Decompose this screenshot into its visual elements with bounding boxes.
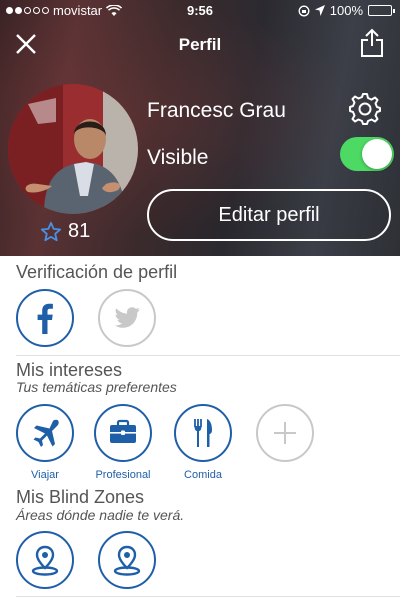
- plus-icon: [274, 422, 296, 444]
- briefcase-icon: [110, 419, 136, 443]
- interest-label: Comida: [184, 469, 222, 481]
- profile-header: movistar 9:56 100% Perfil 81 Francesc Gr…: [0, 0, 400, 256]
- rating: 81: [40, 220, 90, 243]
- gear-icon[interactable]: [348, 92, 382, 126]
- interest-label: Profesional: [95, 469, 151, 481]
- map-pin-icon: [113, 545, 141, 576]
- interest-travel-button[interactable]: [16, 404, 74, 462]
- share-icon[interactable]: [360, 28, 384, 58]
- profile-name: Francesc Grau: [147, 99, 286, 122]
- interests-subtitle: Tus temáticas preferentes: [16, 379, 177, 395]
- interests-title: Mis intereses: [16, 360, 123, 380]
- blind-zones-title: Mis Blind Zones: [16, 487, 145, 507]
- twitter-icon: [114, 307, 140, 328]
- battery-percent: 100%: [329, 3, 363, 18]
- status-bar: movistar 9:56 100%: [0, 0, 400, 22]
- battery-icon: [368, 5, 395, 16]
- blind-zones-subtitle: Áreas dónde nadie te verá.: [16, 507, 185, 523]
- add-interest-button[interactable]: [256, 404, 314, 462]
- twitter-verify-button[interactable]: [98, 289, 156, 347]
- verification-title: Verificación de perfil: [16, 262, 178, 282]
- facebook-icon: [37, 303, 53, 334]
- divider: [16, 355, 400, 356]
- avatar[interactable]: [8, 84, 138, 214]
- airplane-icon: [33, 419, 59, 447]
- interest-professional-button[interactable]: [94, 404, 152, 462]
- page-title: Perfil: [178, 35, 222, 54]
- divider: [16, 596, 400, 597]
- nav-bar: Perfil: [0, 22, 400, 66]
- rating-value: 81: [68, 220, 91, 242]
- blind-zone-button[interactable]: [16, 531, 74, 589]
- map-pin-icon: [31, 545, 59, 576]
- visible-label: Visible: [147, 146, 209, 169]
- blind-zone-button[interactable]: [98, 531, 156, 589]
- interest-label: Viajar: [31, 469, 59, 481]
- star-icon: [40, 221, 62, 241]
- rotation-lock-icon: [298, 5, 310, 16]
- facebook-verify-button[interactable]: [16, 289, 74, 347]
- interest-food-button[interactable]: [174, 404, 232, 462]
- location-icon: [314, 5, 325, 16]
- visible-toggle[interactable]: [340, 137, 394, 171]
- edit-profile-button[interactable]: Editar perfil: [147, 189, 391, 241]
- fork-knife-icon: [194, 419, 212, 447]
